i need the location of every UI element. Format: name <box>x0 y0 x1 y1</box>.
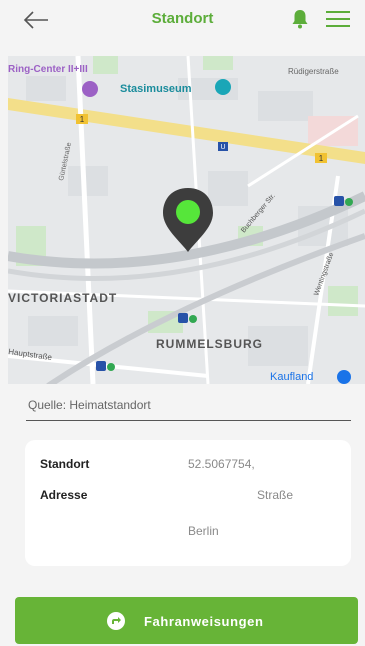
shopping-icon <box>337 370 351 384</box>
hamburger-menu-icon[interactable] <box>326 10 350 28</box>
map-label: Stasimuseum <box>120 83 192 95</box>
tram-stop-icon <box>189 315 197 323</box>
map-label: Ring-Center II+III <box>8 64 88 75</box>
divider <box>26 420 351 421</box>
directions-button-label: Fahranweisungen <box>144 614 264 629</box>
bus-stop-icon <box>334 196 344 206</box>
map-label: Kaufland <box>270 371 313 383</box>
map-label: RUMMELSBURG <box>156 337 263 351</box>
adresse-value: Straße <box>257 488 294 502</box>
road-badge: 1 <box>319 154 324 163</box>
source-label: Quelle: Heimatstandort <box>28 398 151 412</box>
bus-stop-icon <box>178 313 188 323</box>
tram-stop-icon <box>345 198 353 206</box>
bus-stop-icon <box>96 361 106 371</box>
map-label: VICTORIASTADT <box>8 291 117 305</box>
standort-label: Standort <box>40 457 90 471</box>
app-header: Standort <box>0 0 365 44</box>
adresse-label: Adresse <box>40 488 88 502</box>
page-title: Standort <box>151 10 214 27</box>
road-badge: 1 <box>80 115 85 124</box>
map-view[interactable]: 1 1 U Ring-Center II+III Stasimuseum Rüd… <box>8 56 365 384</box>
map-label: Rüdigerstraße <box>288 67 339 76</box>
standort-value: 52.5067754, <box>188 457 255 471</box>
location-details-card: Standort 52.5067754, Adresse Straße Berl… <box>25 440 351 566</box>
ubahn-badge: U <box>220 144 225 151</box>
shopping-icon <box>82 81 98 97</box>
city-value: Berlin <box>188 524 219 538</box>
tram-stop-icon <box>107 363 115 371</box>
museum-icon <box>215 79 231 95</box>
directions-icon <box>107 612 125 630</box>
directions-button[interactable]: Fahranweisungen <box>15 597 358 644</box>
bell-icon[interactable] <box>291 9 309 29</box>
